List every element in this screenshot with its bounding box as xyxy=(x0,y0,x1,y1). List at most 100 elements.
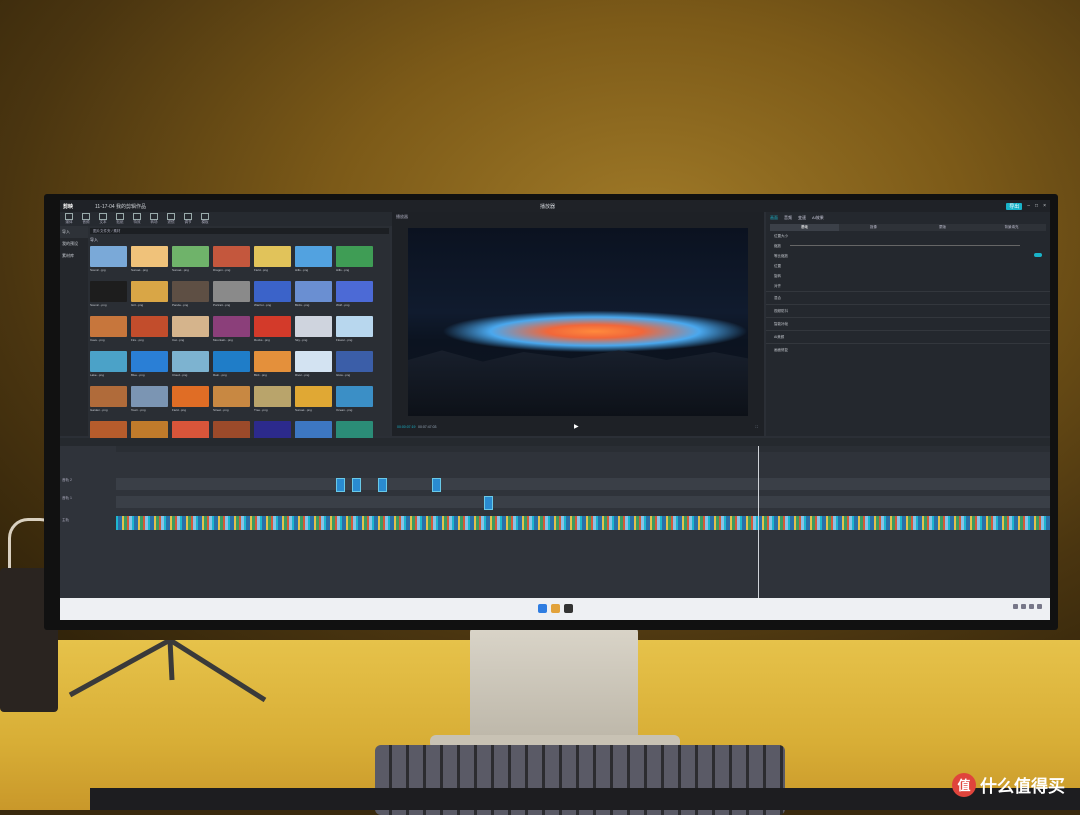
media-tile[interactable]: Garden...png xyxy=(90,386,128,418)
media-tile[interactable]: Portrait...png xyxy=(213,281,251,313)
media-tile[interactable]: Town...png xyxy=(131,386,169,418)
toolbar-label: 贴纸 xyxy=(116,220,124,224)
timeline-clip[interactable] xyxy=(336,478,345,492)
property-section[interactable]: 画面修复 xyxy=(766,343,1050,356)
property-section[interactable]: AI美颜 xyxy=(766,330,1050,343)
media-tile[interactable]: Rocks...png xyxy=(254,316,292,348)
property-subtab[interactable]: 抠像 xyxy=(839,224,908,231)
scale-slider[interactable] xyxy=(790,245,1020,246)
media-tile[interactable]: Rain...png xyxy=(213,351,251,383)
media-tile[interactable]: River...png xyxy=(295,351,333,383)
property-row: 位置 xyxy=(766,261,1050,271)
media-tile[interactable]: Field...png xyxy=(254,246,292,278)
media-tile[interactable]: Panda...png xyxy=(172,281,210,313)
media-tile[interactable]: Field...png xyxy=(172,386,210,418)
media-sidebar-item[interactable]: 素材库 xyxy=(60,250,88,262)
minimize-icon[interactable]: – xyxy=(1027,203,1030,210)
timeline-clip[interactable] xyxy=(432,478,441,492)
media-thumbnail xyxy=(131,316,168,337)
media-tile[interactable]: Cat...png xyxy=(172,316,210,348)
media-tile[interactable]: Girl...png xyxy=(131,281,169,313)
toolbar-item-4[interactable]: 特效 xyxy=(130,212,144,224)
media-tile[interactable]: Glow...png xyxy=(336,351,374,383)
media-tile[interactable]: Sky...png xyxy=(295,316,333,348)
timeline-clip[interactable] xyxy=(378,478,387,492)
media-tile[interactable]: Scenic...png xyxy=(90,281,128,313)
media-tile[interactable]: Hills...png xyxy=(295,246,333,278)
property-tab[interactable]: 画面 xyxy=(770,215,778,221)
media-tile[interactable]: Scenic...jpg xyxy=(90,246,128,278)
browser-icon[interactable] xyxy=(551,604,560,613)
property-tab[interactable]: 变速 xyxy=(798,215,806,221)
toolbar-item-0[interactable]: 媒体 xyxy=(62,212,76,224)
media-tile[interactable]: Warrior...png xyxy=(254,281,292,313)
media-tile[interactable]: Sunset...png xyxy=(172,246,210,278)
property-section[interactable]: 视频防抖 xyxy=(766,304,1050,317)
media-thumbnail xyxy=(254,316,291,337)
property-section[interactable]: 混合 xyxy=(766,291,1050,304)
property-tab[interactable]: 音频 xyxy=(784,215,792,221)
media-thumbnail xyxy=(90,246,127,267)
toolbar-item-3[interactable]: 贴纸 xyxy=(113,212,127,224)
toolbar-label: 特效 xyxy=(133,220,141,224)
media-thumbnail xyxy=(295,281,332,302)
main-video-track[interactable] xyxy=(116,516,1050,530)
export-button[interactable]: 导出 xyxy=(1006,202,1023,210)
maximize-icon[interactable]: □ xyxy=(1035,203,1038,210)
media-thumbnail xyxy=(213,386,250,407)
media-tile[interactable]: Wolf...png xyxy=(336,281,374,313)
play-icon[interactable]: ▶ xyxy=(574,420,579,434)
toolbar-item-8[interactable]: 模板 xyxy=(198,212,212,224)
media-tile[interactable]: Mountain...png xyxy=(213,316,251,348)
media-tile[interactable]: Hills...png xyxy=(336,246,374,278)
media-sidebar-item[interactable]: 导入 xyxy=(60,226,88,238)
media-tile[interactable]: Tree...png xyxy=(254,386,292,418)
media-tile[interactable]: Fire...png xyxy=(131,316,169,348)
media-thumbnail xyxy=(254,386,291,407)
toolbar-label: 滤镜 xyxy=(167,220,175,224)
media-caption: Hills...png xyxy=(336,268,350,272)
media-tile[interactable]: Ocean...png xyxy=(336,386,374,418)
media-thumbnail xyxy=(254,281,291,302)
media-tile[interactable]: Street...png xyxy=(213,386,251,418)
media-thumbnail xyxy=(131,246,168,267)
fullscreen-icon[interactable]: ⛶ xyxy=(756,420,758,434)
property-tab[interactable]: AI效果 xyxy=(812,215,824,221)
app-icon[interactable] xyxy=(564,604,573,613)
start-icon[interactable] xyxy=(538,604,547,613)
close-icon[interactable]: × xyxy=(1043,203,1046,210)
media-tile[interactable]: Sunset...png xyxy=(131,246,169,278)
media-tile[interactable]: Birds...png xyxy=(295,281,333,313)
timeline-clip[interactable] xyxy=(484,496,493,510)
media-thumbnail xyxy=(295,351,332,372)
toolbar-icon xyxy=(116,213,124,220)
property-section[interactable]: 智能补帧 xyxy=(766,317,1050,330)
media-thumbnail xyxy=(90,281,127,302)
media-tile[interactable]: Cave...png xyxy=(90,316,128,348)
toolbar-item-6[interactable]: 滤镜 xyxy=(164,212,178,224)
toolbar-item-1[interactable]: 音频 xyxy=(79,212,93,224)
media-tile[interactable]: Blue...png xyxy=(131,351,169,383)
property-subtab[interactable]: 蒙版 xyxy=(908,224,977,231)
audio-track-1 xyxy=(116,496,1050,510)
property-subtab[interactable]: 基础 xyxy=(770,224,839,231)
toolbar-item-2[interactable]: 文本 xyxy=(96,212,110,224)
media-tile[interactable]: Dragon...png xyxy=(213,246,251,278)
monitor: 剪映 11-17-04 我的剪辑作品 播放器 导出 – □ × 媒体 音频 文本 贴纸… xyxy=(44,194,1058,630)
media-caption: Glow...png xyxy=(336,373,351,377)
toolbar-item-7[interactable]: 调节 xyxy=(181,212,195,224)
media-tile[interactable]: Sunset...png xyxy=(295,386,333,418)
media-thumbnail xyxy=(131,281,168,302)
media-caption: Warrior...png xyxy=(254,303,272,307)
media-tile[interactable]: Bird...png xyxy=(254,351,292,383)
media-tile[interactable]: Cloud...png xyxy=(172,351,210,383)
media-sidebar-item[interactable]: 我的预设 xyxy=(60,238,88,250)
media-thumbnail xyxy=(295,246,332,267)
uniform-scale-toggle[interactable] xyxy=(1034,253,1042,257)
toolbar-item-5[interactable]: 转场 xyxy=(147,212,161,224)
media-tile[interactable]: Flower...png xyxy=(336,316,374,348)
timeline-clip[interactable] xyxy=(352,478,361,492)
media-tile[interactable]: Lake...png xyxy=(90,351,128,383)
property-subtab[interactable]: 背景填充 xyxy=(977,224,1046,231)
playhead[interactable] xyxy=(758,446,759,598)
